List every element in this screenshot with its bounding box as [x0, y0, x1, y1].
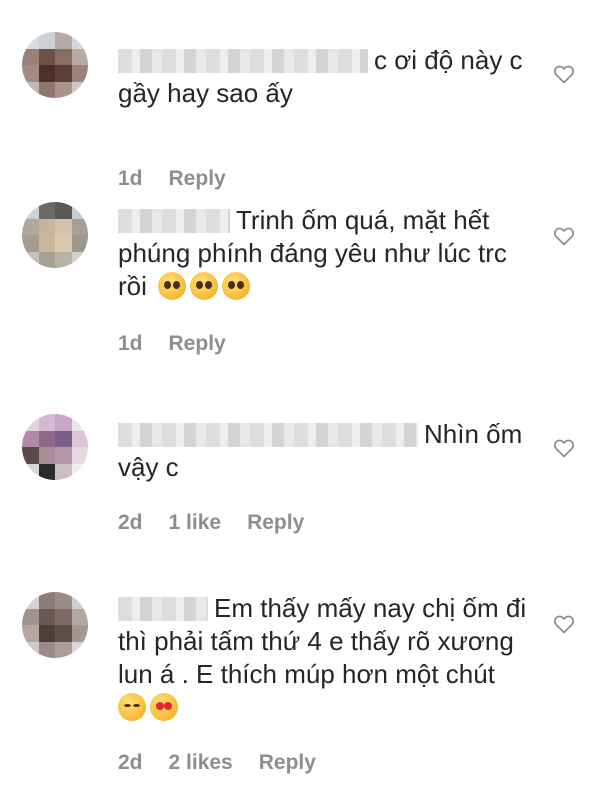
- comment-time: 1d: [118, 167, 143, 190]
- relieved-face-icon: [118, 693, 146, 721]
- comment-item: Nhìn ốm vậy c 2d 1 like Reply: [0, 412, 600, 542]
- comment-meta: 2d 2 likes Reply: [118, 751, 316, 775]
- pleading-face-icon: [190, 272, 219, 300]
- like-heart-icon[interactable]: [552, 224, 576, 248]
- comment-item: Trinh ốm quá, mặt hết phúng phính đáng y…: [0, 200, 600, 370]
- avatar[interactable]: [22, 414, 88, 480]
- blurred-username[interactable]: [118, 209, 230, 233]
- like-heart-icon[interactable]: [552, 62, 576, 86]
- reply-button[interactable]: Reply: [259, 751, 316, 775]
- avatar[interactable]: [22, 202, 88, 268]
- comment-item: c ơi độ này c gầy hay sao ấy 1d Reply: [0, 30, 600, 190]
- comment-time: 2d: [118, 751, 143, 774]
- blurred-username[interactable]: [118, 423, 418, 447]
- comment-text: Nhìn ốm vậy c: [118, 418, 538, 484]
- comment-time: 2d: [118, 511, 143, 534]
- comment-text: c ơi độ này c gầy hay sao ấy: [118, 44, 538, 110]
- like-heart-icon[interactable]: [552, 612, 576, 636]
- pleading-face-icon: [222, 272, 251, 300]
- comment-meta: 1d Reply: [118, 332, 226, 356]
- comment-time: 1d: [118, 332, 143, 355]
- pleading-face-icon: [158, 272, 187, 300]
- comment-meta: 1d Reply: [118, 167, 226, 191]
- reply-button[interactable]: Reply: [247, 511, 304, 535]
- comment-text: Em thấy mấy nay chị ốm đi thì phải tấm t…: [118, 592, 538, 724]
- avatar[interactable]: [22, 592, 88, 658]
- comment-text: Trinh ốm quá, mặt hết phúng phính đáng y…: [118, 204, 538, 303]
- avatar[interactable]: [22, 32, 88, 98]
- blurred-username[interactable]: [118, 597, 208, 621]
- like-heart-icon[interactable]: [552, 436, 576, 460]
- blurred-username[interactable]: [118, 49, 368, 73]
- reply-button[interactable]: Reply: [169, 167, 226, 191]
- reply-button[interactable]: Reply: [169, 332, 226, 356]
- comment-item: Em thấy mấy nay chị ốm đi thì phải tấm t…: [0, 590, 600, 790]
- comment-likes[interactable]: 1 like: [169, 511, 222, 535]
- comment-meta: 2d 1 like Reply: [118, 511, 304, 535]
- comment-likes[interactable]: 2 likes: [169, 751, 233, 775]
- heart-eyes-face-icon: [150, 693, 178, 721]
